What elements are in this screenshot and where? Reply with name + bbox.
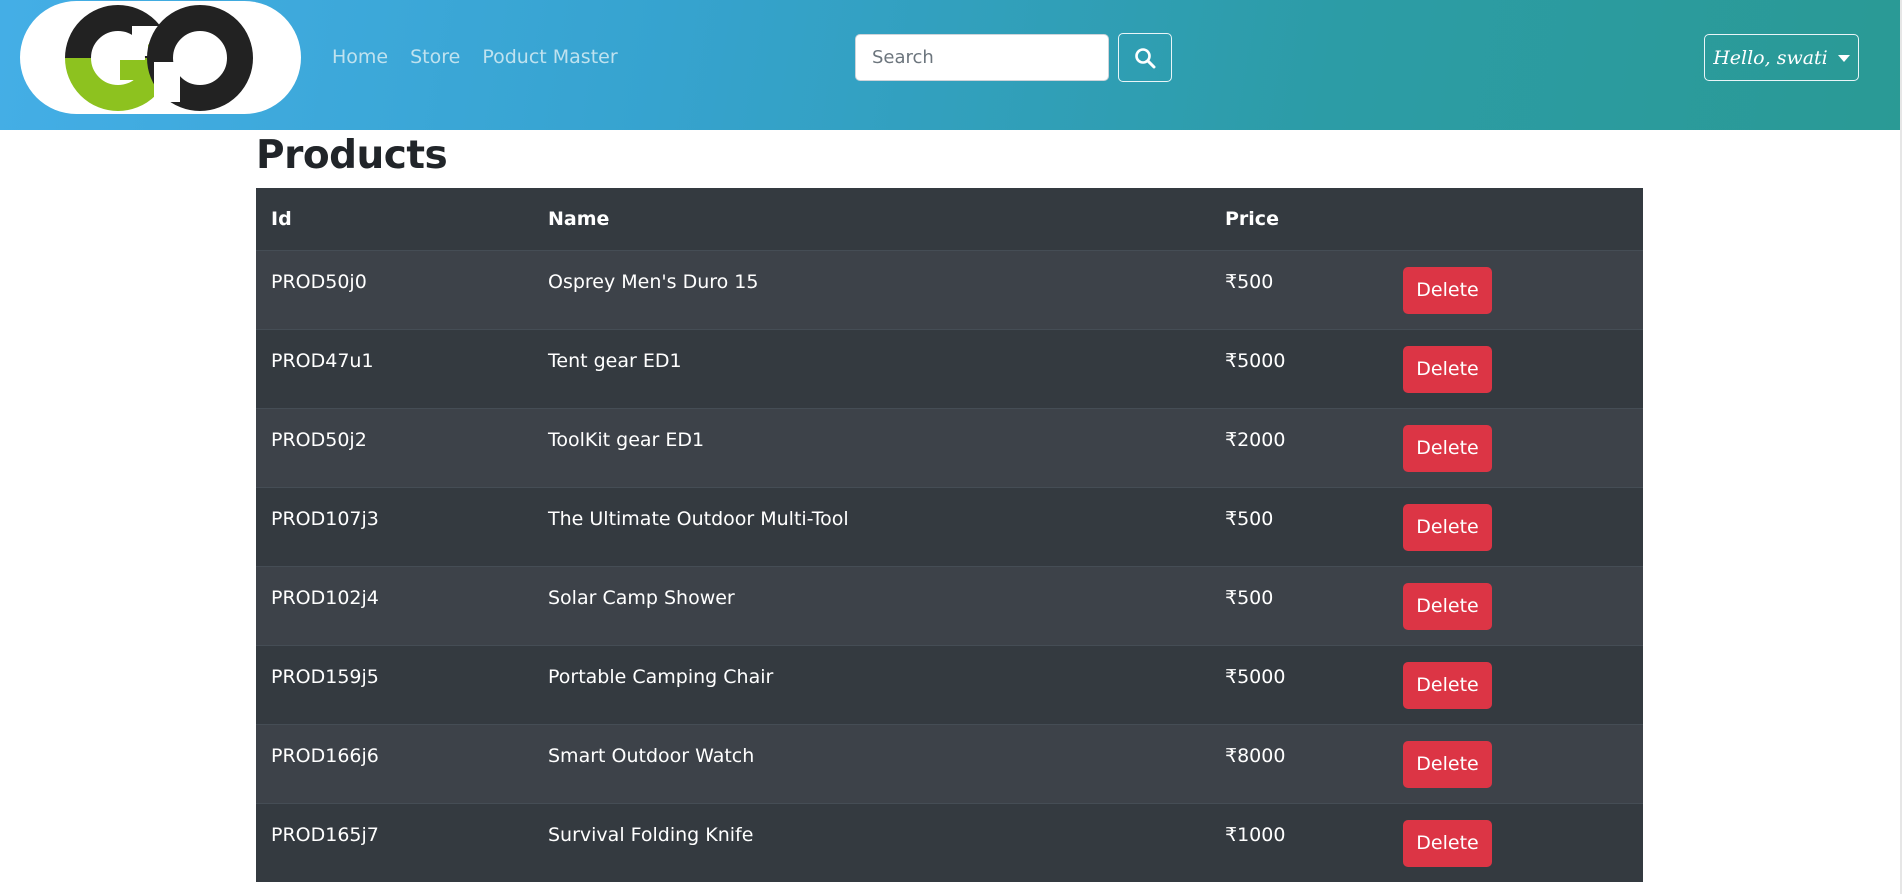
cell-name: Tent gear ED1: [548, 349, 682, 372]
caret-down-icon: [1837, 55, 1850, 62]
table-row: PROD102j4 Solar Camp Shower ₹500 Delete: [256, 566, 1643, 645]
delete-button[interactable]: Delete: [1403, 582, 1492, 630]
table-row: PROD50j0 Osprey Men's Duro 15 ₹500 Delet…: [256, 250, 1643, 329]
cell-action: Delete: [1388, 803, 1643, 882]
user-greeting: Hello, swati: [1713, 46, 1828, 69]
column-header-name: Name: [548, 207, 610, 230]
search-button[interactable]: [1118, 33, 1172, 82]
delete-button[interactable]: Delete: [1403, 819, 1492, 867]
table-row: PROD50j2 ToolKit gear ED1 ₹2000 Delete: [256, 408, 1643, 487]
nav-link-home[interactable]: Home: [332, 46, 388, 68]
main-nav: Home Store Poduct Master: [332, 46, 640, 68]
page-title: Products: [256, 133, 448, 178]
delete-button[interactable]: Delete: [1403, 503, 1492, 551]
logo-icon: [65, 5, 253, 111]
cell-id: PROD159j5: [271, 665, 379, 688]
table-header-row: Id Name Price: [256, 188, 1643, 250]
delete-button[interactable]: Delete: [1403, 661, 1492, 709]
table-row: PROD166j6 Smart Outdoor Watch ₹8000 Dele…: [256, 724, 1643, 803]
column-header-id: Id: [271, 207, 292, 230]
cell-id: PROD50j0: [271, 270, 367, 293]
delete-button[interactable]: Delete: [1403, 424, 1492, 472]
cell-name: Osprey Men's Duro 15: [548, 270, 759, 293]
cell-action: Delete: [1388, 487, 1643, 566]
table-row: PROD159j5 Portable Camping Chair ₹5000 D…: [256, 645, 1643, 724]
cell-action: Delete: [1388, 566, 1643, 645]
column-header-price: Price: [1225, 207, 1279, 230]
cell-price: ₹500: [1225, 507, 1274, 530]
cell-id: PROD50j2: [271, 428, 367, 451]
cell-name: The Ultimate Outdoor Multi-Tool: [548, 507, 849, 530]
cell-action: Delete: [1388, 250, 1643, 329]
table-row: PROD47u1 Tent gear ED1 ₹5000 Delete: [256, 329, 1643, 408]
cell-action: Delete: [1388, 645, 1643, 724]
cell-id: PROD107j3: [271, 507, 379, 530]
cell-price: ₹5000: [1225, 349, 1286, 372]
cell-price: ₹1000: [1225, 823, 1286, 846]
brand-logo[interactable]: [20, 1, 301, 114]
cell-price: ₹2000: [1225, 428, 1286, 451]
cell-action: Delete: [1388, 329, 1643, 408]
cell-name: Portable Camping Chair: [548, 665, 774, 688]
cell-name: Smart Outdoor Watch: [548, 744, 755, 767]
cell-price: ₹8000: [1225, 744, 1286, 767]
table-row: PROD107j3 The Ultimate Outdoor Multi-Too…: [256, 487, 1643, 566]
cell-price: ₹500: [1225, 586, 1274, 609]
cell-name: ToolKit gear ED1: [548, 428, 705, 451]
delete-button[interactable]: Delete: [1403, 345, 1492, 393]
cell-price: ₹5000: [1225, 665, 1286, 688]
cell-id: PROD102j4: [271, 586, 379, 609]
column-header-actions: [1388, 188, 1643, 250]
cell-id: PROD47u1: [271, 349, 374, 372]
search-input[interactable]: [855, 34, 1109, 81]
cell-id: PROD166j6: [271, 744, 379, 767]
top-navbar: Home Store Poduct Master Hello, swati: [0, 0, 1900, 130]
cell-id: PROD165j7: [271, 823, 379, 846]
delete-button[interactable]: Delete: [1403, 740, 1492, 788]
cell-action: Delete: [1388, 724, 1643, 803]
user-menu-dropdown[interactable]: Hello, swati: [1704, 34, 1859, 81]
table-row: PROD165j7 Survival Folding Knife ₹1000 D…: [256, 803, 1643, 882]
cell-name: Survival Folding Knife: [548, 823, 754, 846]
search-icon: [1135, 47, 1156, 68]
cell-action: Delete: [1388, 408, 1643, 487]
products-table: Id Name Price PROD50j0 Osprey Men's Duro…: [256, 188, 1643, 882]
products-table-container: Id Name Price PROD50j0 Osprey Men's Duro…: [256, 188, 1643, 882]
nav-link-product-master[interactable]: Poduct Master: [482, 46, 617, 68]
nav-link-store[interactable]: Store: [410, 46, 460, 68]
delete-button[interactable]: Delete: [1403, 266, 1492, 314]
cell-name: Solar Camp Shower: [548, 586, 735, 609]
cell-price: ₹500: [1225, 270, 1274, 293]
